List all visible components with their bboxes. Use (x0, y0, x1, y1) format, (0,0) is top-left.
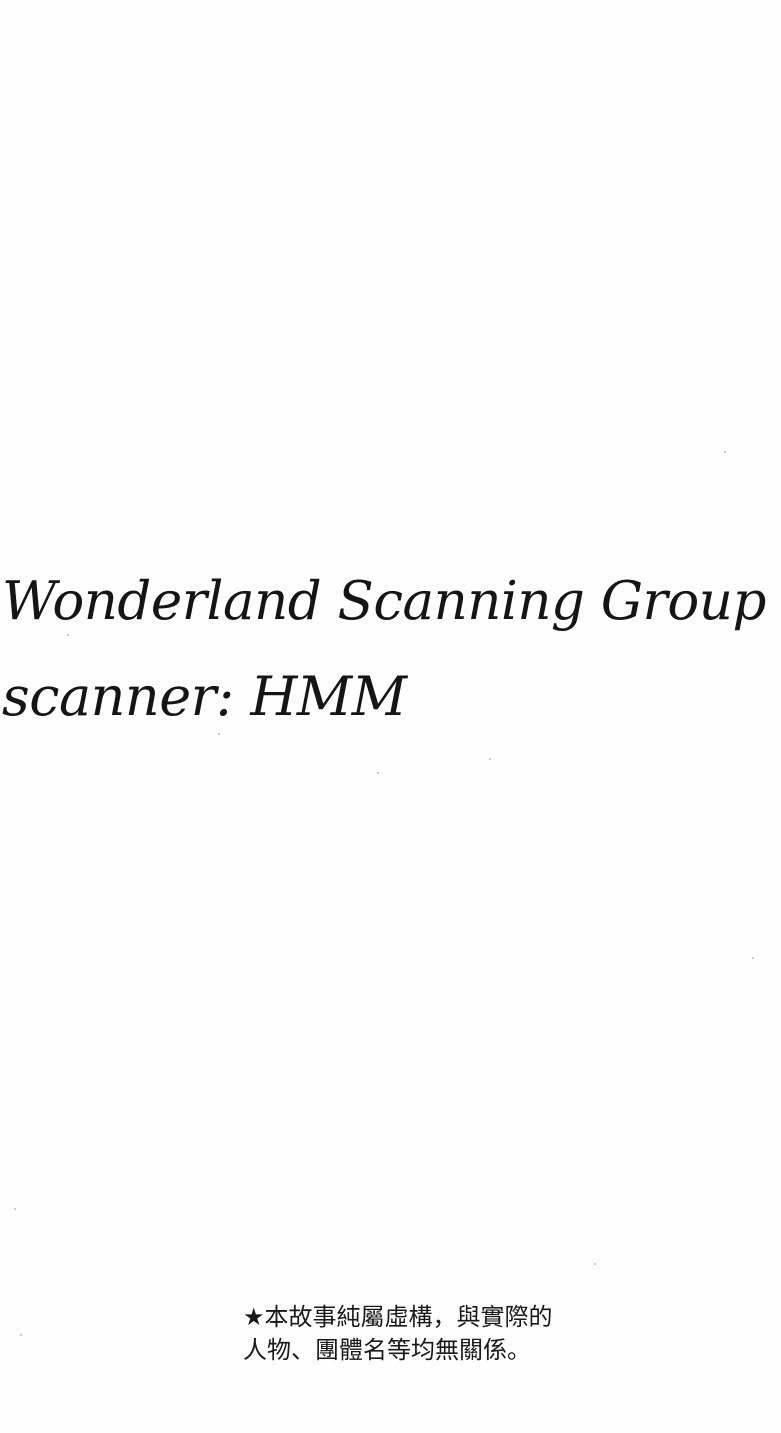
disclaimer-line-2: 人物、團體名等均無關係。 (243, 1336, 531, 1364)
scan-speck (594, 1263, 596, 1265)
scan-speck (752, 957, 754, 959)
scan-speck (724, 451, 726, 453)
scan-speck (489, 758, 491, 760)
scan-speck (14, 1208, 16, 1210)
scan-speck (67, 634, 69, 636)
scan-speck (377, 772, 379, 774)
disclaimer-line-1: ★本故事純屬虛構，與實際的 (243, 1303, 553, 1331)
scan-speck (20, 1334, 22, 1336)
scan-page: Wonderland Scanning Group scanner: HMM ★… (0, 0, 781, 1433)
fiction-disclaimer: ★本故事純屬虛構，與實際的 人物、團體名等均無關係。 (243, 1301, 623, 1367)
scan-speck (218, 733, 220, 735)
scanner-credit: scanner: HMM (2, 665, 407, 728)
scan-group-credit: Wonderland Scanning Group (2, 571, 766, 632)
